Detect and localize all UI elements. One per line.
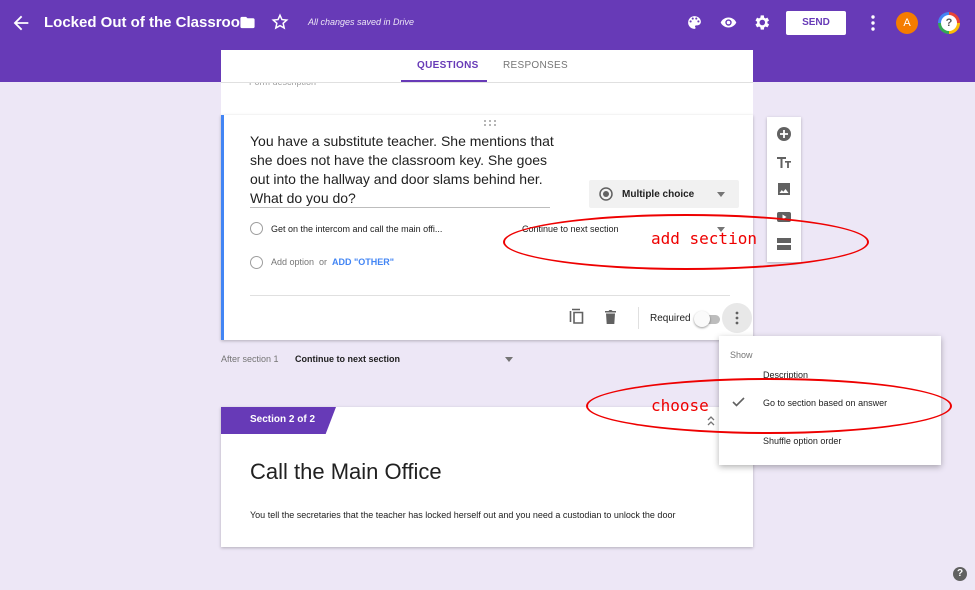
question-type-select[interactable]: Multiple choice [589,180,739,208]
active-tab-indicator [401,80,487,82]
question-title-input[interactable]: You have a substitute teacher. She menti… [250,132,554,208]
after-section-select[interactable]: Continue to next section [295,354,400,364]
save-status: All changes saved in Drive [308,17,415,27]
more-options-button[interactable] [722,303,752,333]
tabs-card: Form description QUESTIONS RESPONSES [221,50,753,115]
caret-down-icon[interactable] [505,357,513,362]
star-icon[interactable] [271,13,289,31]
more-vert-icon [735,311,739,325]
add-option-radio [250,256,263,269]
add-other-link[interactable]: ADD "OTHER" [332,257,394,267]
section-description[interactable]: You tell the secretaries that the teache… [250,510,675,520]
tab-responses[interactable]: RESPONSES [503,60,568,71]
tab-questions[interactable]: QUESTIONS [417,60,479,71]
menu-header: Show [730,350,753,360]
annotation-ellipse-choose [586,378,952,434]
tabs-divider [221,82,753,83]
trash-icon[interactable] [604,309,617,324]
send-button[interactable]: SEND [786,11,846,35]
duplicate-icon[interactable] [569,308,584,324]
footer-separator [638,307,639,329]
section-tab-label: Section 2 of 2 [250,414,316,425]
section-title[interactable]: Call the Main Office [250,459,442,485]
help-glyph: ? [941,15,957,31]
folder-icon[interactable] [239,14,256,31]
option-1-input[interactable]: Get on the intercom and call the main of… [271,224,442,234]
palette-icon[interactable] [686,14,703,31]
radio-checked-icon [599,187,613,201]
caret-down-icon [717,192,725,197]
title-underline [250,207,550,208]
required-label: Required [650,313,691,324]
help-icon[interactable]: ? [938,12,960,34]
question-type-label: Multiple choice [622,189,695,200]
annotation-ellipse-add-section [503,214,869,270]
drag-handle-icon[interactable] [483,119,497,127]
more-vert-icon[interactable] [866,14,880,32]
option-radio [250,222,263,235]
help-button[interactable]: ? [953,567,967,581]
add-question-icon[interactable] [776,126,792,142]
eye-icon[interactable] [719,14,738,31]
document-title[interactable]: Locked Out of the Classroom [44,14,253,31]
gear-icon[interactable] [752,13,771,32]
menu-item-shuffle[interactable]: Shuffle option order [763,436,841,446]
required-toggle-thumb[interactable] [694,311,710,327]
avatar[interactable]: A [896,12,918,34]
card-footer-divider [250,295,730,296]
add-or-text: or [319,257,328,267]
add-title-icon[interactable] [776,154,792,170]
add-option-link[interactable]: Add option [271,257,314,267]
after-section-label: After section 1 [221,354,279,364]
back-arrow-icon[interactable] [10,12,32,34]
add-image-icon[interactable] [776,181,792,197]
